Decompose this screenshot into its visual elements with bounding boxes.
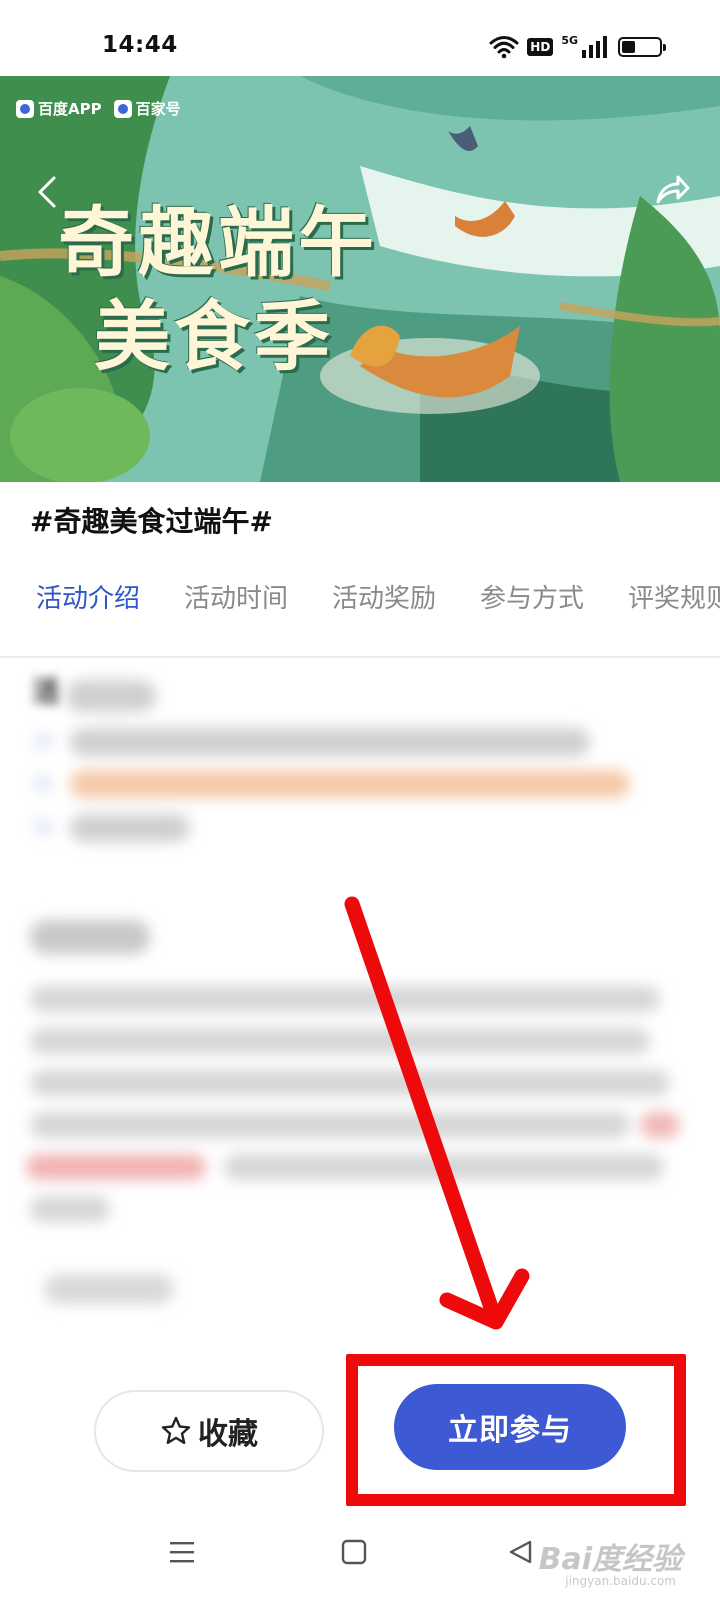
blurred-heading [66,680,156,712]
status-bar: 14:44 HD 5G [0,0,720,76]
annotation-highlight-box [346,1354,686,1506]
favorite-label: 收藏 [198,1417,258,1452]
blurred-paragraph-line [30,1028,650,1054]
brand-baidu-app-label: 百度APP [38,100,102,118]
signal-icon [582,36,607,58]
banner-title-line2: 美食季 [94,292,334,381]
menu-icon [170,1542,194,1563]
section-heading: 活 [32,675,61,708]
blurred-content: 活 [0,670,720,1350]
star-outline-icon [161,1416,191,1444]
tab-time[interactable]: 活动时间 [184,578,288,615]
tab-participation[interactable]: 参与方式 [480,578,584,615]
nav-back-button[interactable] [500,1532,540,1572]
brand-baidu-app: 百度APP [16,98,102,119]
section-tabs: 活动介绍 活动时间 活动奖励 参与方式 评奖规则 [0,578,720,634]
topic-title: #奇趣美食过端午# [30,505,273,538]
blurred-paragraph-red [640,1112,680,1138]
battery-fill [622,41,635,53]
blurred-paragraph-line [30,1070,670,1096]
network-type: 5G [561,33,578,47]
blurred-line [70,728,590,756]
nav-home-button[interactable] [334,1532,374,1572]
blurred-line-orange [70,770,630,798]
brand-baijiahao: 百家号 [113,98,181,119]
status-time: 14:44 [102,32,178,58]
tab-rewards[interactable]: 活动奖励 [332,578,436,615]
baijiahao-icon [113,99,132,118]
tab-rules[interactable]: 评奖规则 [628,578,720,615]
blurred-bullet [34,818,52,836]
banner-title: 奇趣端午 美食季 [58,196,378,384]
blurred-heading [30,920,150,954]
share-icon [656,175,690,204]
blurred-bullet [34,774,52,792]
blurred-paragraph-line [30,1112,630,1138]
nav-menu-button[interactable] [162,1532,202,1572]
wifi-icon [489,36,519,59]
blurred-paragraph-red [26,1154,206,1180]
hd-badge: HD [527,38,554,56]
share-button[interactable] [652,170,692,210]
home-square-icon [341,1539,367,1565]
favorite-button[interactable]: 收藏 [94,1390,324,1472]
blurred-paragraph-line [30,1196,110,1222]
tabs-divider [0,656,720,658]
baidu-jingyan-watermark: Bai度经验 [538,1542,682,1577]
blurred-paragraph-line [30,986,660,1012]
brand-row: 百度APP 百家号 [16,98,181,119]
blurred-line [70,814,190,842]
tab-intro[interactable]: 活动介绍 [36,578,140,615]
back-triangle-icon [509,1540,532,1564]
banner-title-line1: 奇趣端午 [58,198,378,287]
blurred-paragraph-line [224,1154,664,1180]
activity-banner: 百度APP 百家号 奇趣端午 美食季 [0,76,720,482]
brand-baijiahao-label: 百家号 [135,100,181,118]
battery-icon [618,37,666,57]
status-icons: HD 5G [489,33,666,60]
watermark-url: jingyan.baidu.com [565,1574,676,1588]
blurred-heading [44,1274,174,1304]
blurred-bullet [34,732,52,750]
baidu-paw-icon [16,99,34,118]
